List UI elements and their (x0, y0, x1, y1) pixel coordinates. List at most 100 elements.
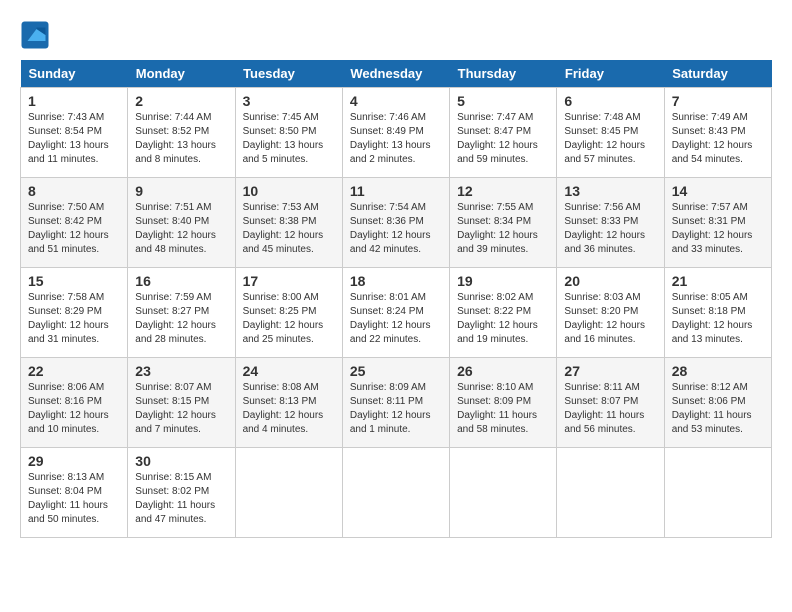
calendar-day-cell: 5 Sunrise: 7:47 AMSunset: 8:47 PMDaylight… (450, 88, 557, 178)
day-info: Sunrise: 7:51 AMSunset: 8:40 PMDaylight:… (135, 201, 227, 257)
day-number: 18 (350, 273, 442, 289)
day-info: Sunrise: 7:49 AMSunset: 8:43 PMDaylight:… (672, 111, 764, 167)
col-header-thursday: Thursday (450, 60, 557, 88)
calendar-day-cell: 28 Sunrise: 8:12 AMSunset: 8:06 PMDayligh… (664, 358, 771, 448)
calendar-day-cell: 9 Sunrise: 7:51 AMSunset: 8:40 PMDaylight… (128, 178, 235, 268)
day-info: Sunrise: 7:56 AMSunset: 8:33 PMDaylight:… (564, 201, 656, 257)
empty-cell (664, 448, 771, 538)
day-number: 22 (28, 363, 120, 379)
calendar-week-row: 8 Sunrise: 7:50 AMSunset: 8:42 PMDaylight… (21, 178, 772, 268)
day-number: 5 (457, 93, 549, 109)
day-number: 4 (350, 93, 442, 109)
calendar-day-cell: 30 Sunrise: 8:15 AMSunset: 8:02 PMDayligh… (128, 448, 235, 538)
calendar-week-row: 29Sunrise: 8:13 AMSunset: 8:04 PMDayligh… (21, 448, 772, 538)
day-info: Sunrise: 8:06 AMSunset: 8:16 PMDaylight:… (28, 381, 120, 437)
day-info: Sunrise: 7:53 AMSunset: 8:38 PMDaylight:… (243, 201, 335, 257)
day-number: 3 (243, 93, 335, 109)
day-info: Sunrise: 7:58 AMSunset: 8:29 PMDaylight:… (28, 291, 120, 347)
col-header-tuesday: Tuesday (235, 60, 342, 88)
calendar-table: SundayMondayTuesdayWednesdayThursdayFrid… (20, 60, 772, 538)
calendar-day-cell: 2 Sunrise: 7:44 AMSunset: 8:52 PMDaylight… (128, 88, 235, 178)
day-number: 15 (28, 273, 120, 289)
calendar-day-cell: 10 Sunrise: 7:53 AMSunset: 8:38 PMDayligh… (235, 178, 342, 268)
day-info: Sunrise: 8:07 AMSunset: 8:15 PMDaylight:… (135, 381, 227, 437)
calendar-week-row: 1 Sunrise: 7:43 AMSunset: 8:54 PMDaylight… (21, 88, 772, 178)
calendar-day-cell: 14 Sunrise: 7:57 AMSunset: 8:31 PMDayligh… (664, 178, 771, 268)
logo (20, 20, 54, 50)
day-info: Sunrise: 7:47 AMSunset: 8:47 PMDaylight:… (457, 111, 549, 167)
day-number: 1 (28, 93, 120, 109)
calendar-day-cell: 23Sunrise: 8:07 AMSunset: 8:15 PMDayligh… (128, 358, 235, 448)
day-number: 20 (564, 273, 656, 289)
day-info: Sunrise: 8:01 AMSunset: 8:24 PMDaylight:… (350, 291, 442, 347)
day-info: Sunrise: 8:13 AMSunset: 8:04 PMDaylight:… (28, 471, 120, 527)
day-number: 7 (672, 93, 764, 109)
day-number: 30 (135, 453, 227, 469)
day-number: 21 (672, 273, 764, 289)
calendar-day-cell: 17 Sunrise: 8:00 AMSunset: 8:25 PMDayligh… (235, 268, 342, 358)
day-info: Sunrise: 7:54 AMSunset: 8:36 PMDaylight:… (350, 201, 442, 257)
calendar-day-cell: 1 Sunrise: 7:43 AMSunset: 8:54 PMDaylight… (21, 88, 128, 178)
calendar-day-cell: 16Sunrise: 7:59 AMSunset: 8:27 PMDayligh… (128, 268, 235, 358)
logo-icon (20, 20, 50, 50)
day-number: 19 (457, 273, 549, 289)
day-info: Sunrise: 7:59 AMSunset: 8:27 PMDaylight:… (135, 291, 227, 347)
calendar-day-cell: 20 Sunrise: 8:03 AMSunset: 8:20 PMDayligh… (557, 268, 664, 358)
day-info: Sunrise: 7:44 AMSunset: 8:52 PMDaylight:… (135, 111, 227, 167)
empty-cell (557, 448, 664, 538)
day-info: Sunrise: 8:09 AMSunset: 8:11 PMDaylight:… (350, 381, 442, 437)
calendar-day-cell: 11 Sunrise: 7:54 AMSunset: 8:36 PMDayligh… (342, 178, 449, 268)
day-number: 6 (564, 93, 656, 109)
calendar-day-cell: 27 Sunrise: 8:11 AMSunset: 8:07 PMDayligh… (557, 358, 664, 448)
calendar-day-cell: 19Sunrise: 8:02 AMSunset: 8:22 PMDayligh… (450, 268, 557, 358)
day-number: 10 (243, 183, 335, 199)
calendar-day-cell: 12Sunrise: 7:55 AMSunset: 8:34 PMDayligh… (450, 178, 557, 268)
day-number: 25 (350, 363, 442, 379)
calendar-day-cell: 21 Sunrise: 8:05 AMSunset: 8:18 PMDayligh… (664, 268, 771, 358)
col-header-saturday: Saturday (664, 60, 771, 88)
day-number: 14 (672, 183, 764, 199)
calendar-day-cell: 24Sunrise: 8:08 AMSunset: 8:13 PMDayligh… (235, 358, 342, 448)
day-number: 9 (135, 183, 227, 199)
calendar-day-cell: 3 Sunrise: 7:45 AMSunset: 8:50 PMDaylight… (235, 88, 342, 178)
day-info: Sunrise: 7:48 AMSunset: 8:45 PMDaylight:… (564, 111, 656, 167)
calendar-day-cell: 8 Sunrise: 7:50 AMSunset: 8:42 PMDaylight… (21, 178, 128, 268)
day-number: 26 (457, 363, 549, 379)
calendar-day-cell: 22 Sunrise: 8:06 AMSunset: 8:16 PMDayligh… (21, 358, 128, 448)
empty-cell (342, 448, 449, 538)
day-info: Sunrise: 7:55 AMSunset: 8:34 PMDaylight:… (457, 201, 549, 257)
calendar-day-cell: 6 Sunrise: 7:48 AMSunset: 8:45 PMDaylight… (557, 88, 664, 178)
day-info: Sunrise: 8:12 AMSunset: 8:06 PMDaylight:… (672, 381, 764, 437)
calendar-day-cell: 7 Sunrise: 7:49 AMSunset: 8:43 PMDaylight… (664, 88, 771, 178)
day-number: 27 (564, 363, 656, 379)
calendar-day-cell: 4 Sunrise: 7:46 AMSunset: 8:49 PMDaylight… (342, 88, 449, 178)
day-info: Sunrise: 7:50 AMSunset: 8:42 PMDaylight:… (28, 201, 120, 257)
day-number: 13 (564, 183, 656, 199)
col-header-wednesday: Wednesday (342, 60, 449, 88)
calendar-day-cell: 29Sunrise: 8:13 AMSunset: 8:04 PMDayligh… (21, 448, 128, 538)
day-info: Sunrise: 8:03 AMSunset: 8:20 PMDaylight:… (564, 291, 656, 347)
day-number: 17 (243, 273, 335, 289)
day-info: Sunrise: 7:46 AMSunset: 8:49 PMDaylight:… (350, 111, 442, 167)
day-info: Sunrise: 8:05 AMSunset: 8:18 PMDaylight:… (672, 291, 764, 347)
day-info: Sunrise: 8:11 AMSunset: 8:07 PMDaylight:… (564, 381, 656, 437)
day-number: 2 (135, 93, 227, 109)
calendar-day-cell: 15 Sunrise: 7:58 AMSunset: 8:29 PMDayligh… (21, 268, 128, 358)
day-number: 8 (28, 183, 120, 199)
day-info: Sunrise: 8:00 AMSunset: 8:25 PMDaylight:… (243, 291, 335, 347)
calendar-day-cell: 25 Sunrise: 8:09 AMSunset: 8:11 PMDayligh… (342, 358, 449, 448)
day-number: 28 (672, 363, 764, 379)
day-info: Sunrise: 7:43 AMSunset: 8:54 PMDaylight:… (28, 111, 120, 167)
day-info: Sunrise: 8:15 AMSunset: 8:02 PMDaylight:… (135, 471, 227, 527)
day-number: 24 (243, 363, 335, 379)
calendar-week-row: 22 Sunrise: 8:06 AMSunset: 8:16 PMDayligh… (21, 358, 772, 448)
empty-cell (235, 448, 342, 538)
page-header (20, 20, 772, 50)
empty-cell (450, 448, 557, 538)
day-number: 11 (350, 183, 442, 199)
col-header-monday: Monday (128, 60, 235, 88)
col-header-sunday: Sunday (21, 60, 128, 88)
day-info: Sunrise: 7:57 AMSunset: 8:31 PMDaylight:… (672, 201, 764, 257)
day-info: Sunrise: 7:45 AMSunset: 8:50 PMDaylight:… (243, 111, 335, 167)
day-info: Sunrise: 8:10 AMSunset: 8:09 PMDaylight:… (457, 381, 549, 437)
